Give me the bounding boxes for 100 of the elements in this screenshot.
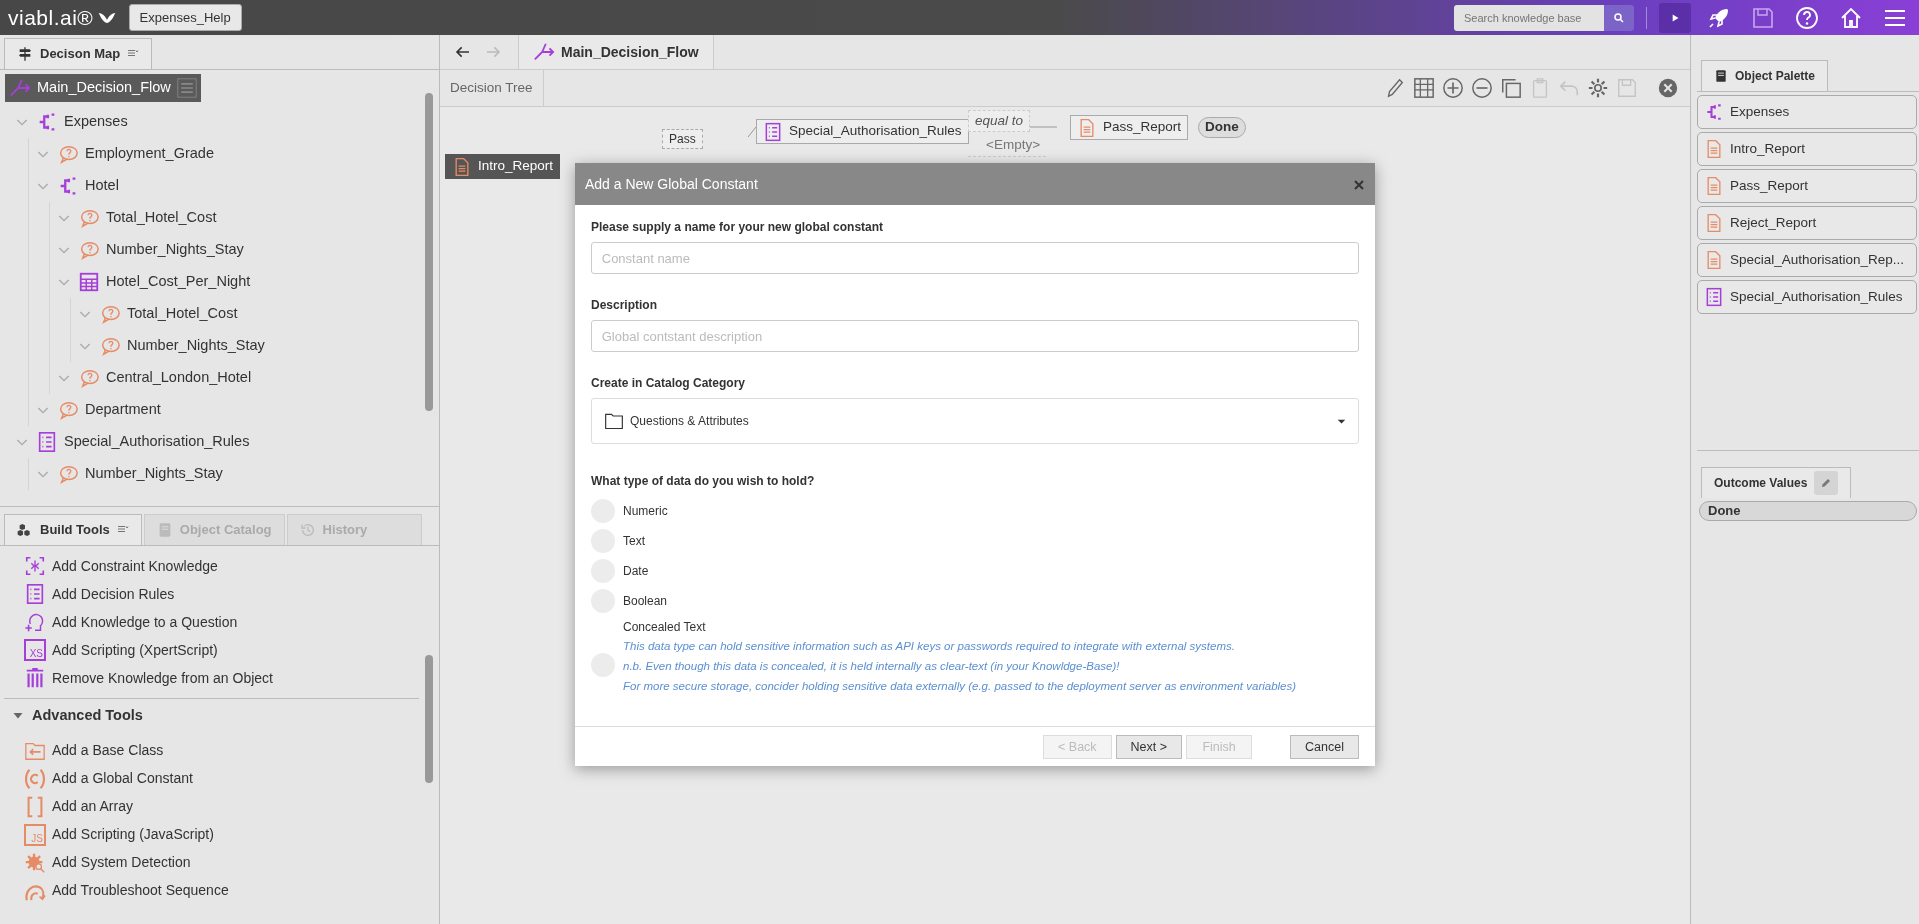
search-button[interactable] xyxy=(1604,4,1634,31)
tree-item[interactable]: Total_Hotel_Cost xyxy=(50,202,439,234)
condition-label[interactable]: equal to xyxy=(968,110,1031,132)
help-text: For more secure storage, concider holding sensitive data externally (e.g. passed to the deployment server as environment variables) xyxy=(623,679,1297,694)
head-plus-icon xyxy=(24,611,46,633)
report-node[interactable]: Pass_Report xyxy=(1070,115,1189,140)
question-bubble-icon xyxy=(99,303,121,325)
branch-label[interactable]: Pass xyxy=(662,129,703,149)
help-text: n.b. Even though this data is concealed, it is held internally as clear-text (in your Knowldge-Base)! xyxy=(623,659,1121,674)
checklist-icon xyxy=(24,583,46,605)
pencil-icon xyxy=(1820,477,1833,489)
palette-item[interactable]: Special_Authorisation_Rules xyxy=(1697,280,1917,314)
grid-icon xyxy=(1412,77,1435,99)
option-label: Date xyxy=(623,563,649,580)
option-label: Numeric xyxy=(623,503,668,520)
tool-item[interactable]: Add Troubleshoot Sequence xyxy=(0,876,439,905)
scrollbar-thumb[interactable] xyxy=(425,655,433,783)
tree-item[interactable]: Hotel xyxy=(29,170,439,202)
tool-item[interactable]: Add System Detection xyxy=(0,848,439,877)
tree-item[interactable]: Expenses xyxy=(8,106,439,138)
panel-tab[interactable]: Object Palette xyxy=(1701,60,1829,91)
rules-node[interactable]: Special_Authorisation_Rules xyxy=(756,119,969,144)
input-field[interactable]: Global contstant description xyxy=(591,320,1359,352)
save-icon xyxy=(1751,5,1775,30)
tree-item[interactable]: Employment_Grade xyxy=(29,138,439,170)
tree-item[interactable]: Central_London_Hotel xyxy=(50,362,439,394)
tool-item[interactable]: Remove Knowledge from an Object xyxy=(0,664,439,692)
input-field[interactable]: Constant name xyxy=(591,242,1359,274)
signpost-icon xyxy=(17,46,33,62)
split-arrow-icon xyxy=(9,77,31,99)
palette-item[interactable]: Special_Authorisation_Rep... xyxy=(1697,243,1917,277)
next-button[interactable]: Next > xyxy=(1115,734,1183,759)
tree-item[interactable]: Number_Nights_Stay xyxy=(71,330,439,362)
panel-tab[interactable]: Outcome Values xyxy=(1701,467,1852,498)
script-icon: XS xyxy=(24,639,46,661)
tool-item[interactable]: Add a Base Class xyxy=(0,736,439,765)
table-icon xyxy=(78,271,100,293)
help-text: This data type can hold sensitive information such as API keys or passwords required to integrate with external systems. xyxy=(623,639,1236,654)
project-button[interactable]: Expenses_Help xyxy=(128,3,242,32)
option-label: Concealed Text xyxy=(623,619,707,636)
tool-item[interactable]: Add an Array xyxy=(0,792,439,821)
palette-item[interactable]: Expenses xyxy=(1697,95,1917,129)
scrollbar-thumb[interactable] xyxy=(425,93,433,411)
question-bubble-icon xyxy=(78,367,100,389)
cancel-button[interactable]: Cancel xyxy=(1290,734,1359,759)
tool-item[interactable]: Add Knowledge to a Question xyxy=(0,608,439,636)
question-bubble-icon xyxy=(78,239,100,261)
value-label[interactable]: <Empty> xyxy=(968,135,1047,157)
arrow-right-icon xyxy=(485,44,501,60)
checklist-icon xyxy=(1704,287,1724,307)
home-icon xyxy=(1839,5,1863,30)
edit-button[interactable] xyxy=(1814,471,1839,495)
option-label: Text xyxy=(623,533,645,550)
split-arrow-icon xyxy=(533,41,555,63)
tool-item[interactable]: XS Add Scripting (XpertScript) xyxy=(0,636,439,664)
option-label: Boolean xyxy=(623,593,668,610)
tool-item[interactable]: Add Constraint Knowledge xyxy=(0,552,439,580)
palette-item[interactable]: Reject_Report xyxy=(1697,206,1917,240)
question-bubble-icon xyxy=(57,399,79,421)
tool-item[interactable]: Add a Global Constant xyxy=(0,764,439,793)
history-icon xyxy=(299,522,316,538)
editor-tab[interactable]: Main_Decision_Flow xyxy=(518,35,714,69)
tree-item[interactable]: Hotel_Cost_Per_Night xyxy=(50,266,439,298)
category-dropdown[interactable]: Questions & Attributes xyxy=(591,398,1359,444)
tree-item[interactable]: Number_Nights_Stay xyxy=(29,458,439,490)
question-bubble-icon xyxy=(78,207,100,229)
book-icon xyxy=(1714,69,1728,83)
palette-item[interactable]: Intro_Report xyxy=(1697,132,1917,166)
tree-item[interactable]: Number_Nights_Stay xyxy=(50,234,439,266)
tool-item[interactable]: JS Add Scripting (JavaScript) xyxy=(0,820,439,849)
tree-item[interactable]: Special_Authorisation_Rules xyxy=(8,426,439,458)
search-icon xyxy=(1613,11,1625,24)
save-icon xyxy=(1615,77,1638,99)
panel-tab[interactable]: Build Tools xyxy=(4,514,142,545)
zoom-out-icon xyxy=(1470,77,1493,99)
outcome-pill[interactable]: Done xyxy=(1198,117,1246,138)
view-label: Decision Tree xyxy=(450,70,544,106)
field-label: Create in Catalog Category xyxy=(591,375,747,392)
question-bubble-icon xyxy=(57,143,79,165)
tree-root-item[interactable]: Main_Decision_Flow xyxy=(5,74,201,102)
checklist-icon xyxy=(36,431,58,453)
dialog-title: Add a New Global Constant xyxy=(585,174,758,194)
checklist-icon xyxy=(763,121,783,142)
tree-item[interactable]: Total_Hotel_Cost xyxy=(71,298,439,330)
tool-item[interactable]: Add Decision Rules xyxy=(0,580,439,608)
outcome-value[interactable]: Done xyxy=(1699,501,1917,521)
play-button[interactable] xyxy=(1659,2,1691,33)
close-icon xyxy=(1656,77,1679,99)
report-node[interactable]: Intro_Report xyxy=(445,154,561,179)
palette-item[interactable]: Pass_Report xyxy=(1697,169,1917,203)
logo-text: viabl.ai® xyxy=(8,4,94,31)
section-header[interactable]: Advanced Tools xyxy=(4,698,419,733)
settings-icon xyxy=(1586,77,1609,99)
panel-tab[interactable]: Decison Map xyxy=(4,38,153,69)
search-field[interactable]: Search knowledge base xyxy=(1454,4,1604,31)
branch-icon xyxy=(1704,102,1724,122)
gear-search-icon xyxy=(24,851,46,874)
tree-item[interactable]: Department xyxy=(29,394,439,426)
close-icon xyxy=(1353,178,1365,191)
menu-icon xyxy=(176,78,197,98)
